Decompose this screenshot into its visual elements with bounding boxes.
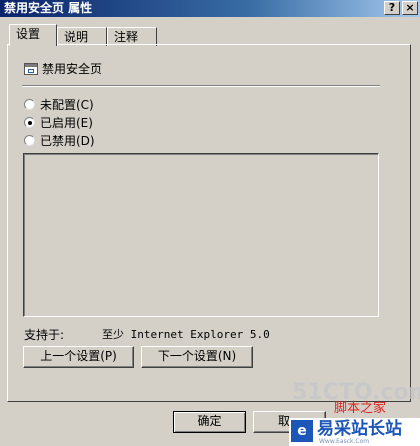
logo-text: 易采站长站 [317,419,402,439]
next-setting-button[interactable]: 下一个设置(N) [141,346,253,368]
radio-enabled[interactable]: 已启用(E) [24,116,134,130]
radio-disabled-label: 已禁用(D) [40,134,95,148]
radio-not-configured-dot[interactable] [24,99,35,110]
previous-setting-button[interactable]: 上一个设置(P) [23,346,134,368]
supported-on-label: 支持于: [24,328,65,342]
logo-url: Www.Easck.Com [319,438,370,445]
options-area[interactable] [23,153,379,317]
properties-dialog: 禁用安全页 属性 ? × 设置 说明 注释 禁用安全页 未配置(C) 已启用(E… [0,0,420,446]
radio-enabled-label: 已启用(E) [40,116,93,130]
ok-button[interactable]: 确定 [173,411,246,433]
logo-mark-icon: e [291,420,313,442]
policy-name: 禁用安全页 [42,62,103,76]
supported-on-value: 至少 Internet Explorer 5.0 [102,328,270,341]
watermark-logo: e 易采站长站 Www.Easck.Com [289,418,420,446]
radio-disabled-dot[interactable] [24,135,35,146]
radio-not-configured-label: 未配置(C) [40,98,94,112]
radio-disabled[interactable]: 已禁用(D) [24,134,134,148]
watermark-red-text: 脚本之家 [334,401,387,416]
radio-not-configured[interactable]: 未配置(C) [24,98,134,112]
header-separator [22,85,380,87]
policy-setting-icon [24,63,38,75]
radio-enabled-dot[interactable] [24,117,35,128]
